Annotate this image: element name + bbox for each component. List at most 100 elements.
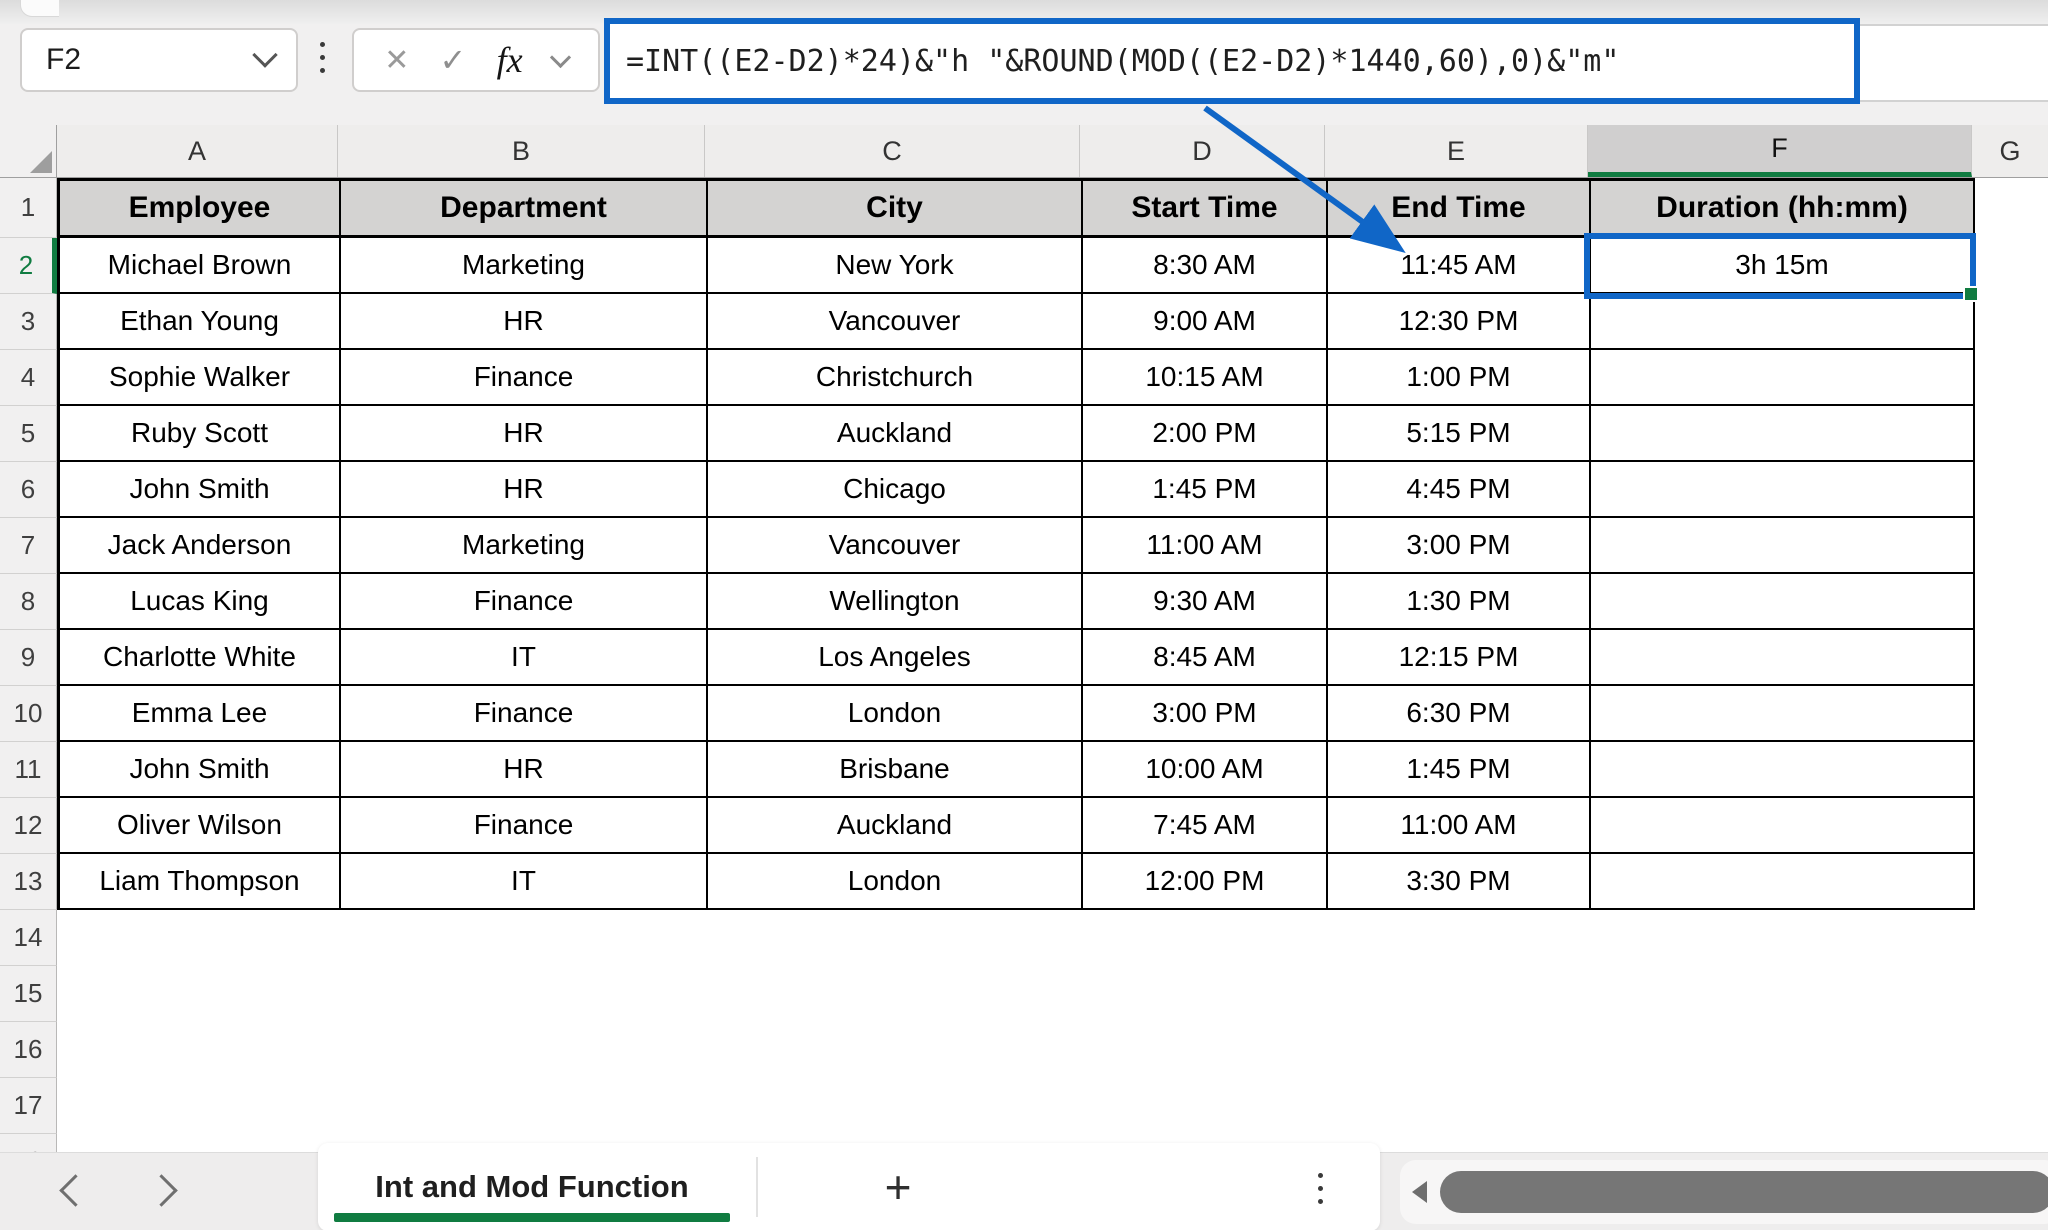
cell-duration[interactable] (1591, 406, 1975, 462)
cell-city[interactable]: Vancouver (708, 518, 1083, 574)
cell-duration[interactable] (1591, 630, 1975, 686)
column-header-d[interactable]: D (1080, 125, 1325, 177)
cell-end[interactable]: 11:45 AM (1328, 238, 1591, 294)
cell-end[interactable]: 4:45 PM (1328, 462, 1591, 518)
cell-end[interactable]: 12:30 PM (1328, 294, 1591, 350)
fx-dropdown-icon[interactable] (549, 46, 571, 68)
cell-department[interactable]: Marketing (341, 518, 708, 574)
cancel-icon[interactable]: ✕ (384, 43, 409, 78)
cell-department[interactable]: Finance (341, 574, 708, 630)
header-duration[interactable]: Duration (hh:mm) (1591, 181, 1975, 238)
row-header-14[interactable]: 14 (0, 910, 57, 966)
column-header-a[interactable]: A (57, 125, 338, 177)
cell-city[interactable]: Auckland (708, 406, 1083, 462)
cell-employee[interactable]: Jack Anderson (60, 518, 341, 574)
cell-end[interactable]: 3:00 PM (1328, 518, 1591, 574)
column-header-g[interactable]: G (1972, 125, 2048, 177)
cell-city[interactable]: Los Angeles (708, 630, 1083, 686)
cell-start[interactable]: 9:30 AM (1083, 574, 1328, 630)
cell-start[interactable]: 1:45 PM (1083, 462, 1328, 518)
prev-sheet-icon[interactable] (59, 1174, 92, 1207)
cell-end[interactable]: 11:00 AM (1328, 798, 1591, 854)
cell-city[interactable]: London (708, 686, 1083, 742)
cell-duration[interactable] (1591, 742, 1975, 798)
cell-department[interactable]: IT (341, 630, 708, 686)
formula-input[interactable]: =INT((E2-D2)*24)&"h "&ROUND(MOD((E2-D2)*… (604, 18, 1860, 104)
cell-employee[interactable]: Liam Thompson (60, 854, 341, 910)
cell-end[interactable]: 1:00 PM (1328, 350, 1591, 406)
cell-employee[interactable]: Lucas King (60, 574, 341, 630)
cell-start[interactable]: 2:00 PM (1083, 406, 1328, 462)
row-header-2[interactable]: 2 (0, 238, 57, 294)
cell-start[interactable]: 12:00 PM (1083, 854, 1328, 910)
row-header-16[interactable]: 16 (0, 1022, 57, 1078)
cell-start[interactable]: 10:00 AM (1083, 742, 1328, 798)
row-header-9[interactable]: 9 (0, 630, 57, 686)
cell-city[interactable]: Brisbane (708, 742, 1083, 798)
cell-department[interactable]: Finance (341, 686, 708, 742)
cell-city[interactable]: New York (708, 238, 1083, 294)
row-header-10[interactable]: 10 (0, 686, 57, 742)
cell-department[interactable]: HR (341, 462, 708, 518)
cell-duration[interactable] (1591, 854, 1975, 910)
cell-employee[interactable]: John Smith (60, 462, 341, 518)
cell-duration[interactable] (1591, 574, 1975, 630)
cell-end[interactable]: 6:30 PM (1328, 686, 1591, 742)
enter-icon[interactable]: ✓ (440, 41, 467, 79)
column-header-f[interactable]: F (1588, 125, 1972, 177)
cell-employee[interactable]: Ruby Scott (60, 406, 341, 462)
cell-employee[interactable]: Sophie Walker (60, 350, 341, 406)
column-header-c[interactable]: C (705, 125, 1080, 177)
cell-start[interactable]: 7:45 AM (1083, 798, 1328, 854)
row-header-12[interactable]: 12 (0, 798, 57, 854)
cell-start[interactable]: 3:00 PM (1083, 686, 1328, 742)
new-sheet-button[interactable]: + (858, 1143, 938, 1230)
cell-department[interactable]: HR (341, 406, 708, 462)
cell-end[interactable]: 12:15 PM (1328, 630, 1591, 686)
name-box-dropdown-icon[interactable] (252, 41, 278, 69)
header-city[interactable]: City (708, 181, 1083, 238)
cell-city[interactable]: Vancouver (708, 294, 1083, 350)
column-header-e[interactable]: E (1325, 125, 1588, 177)
cell-department[interactable]: HR (341, 294, 708, 350)
horizontal-scrollbar[interactable] (1400, 1160, 2048, 1224)
scroll-left-icon[interactable] (1412, 1181, 1427, 1203)
row-header-8[interactable]: 8 (0, 574, 57, 630)
cell-duration[interactable] (1591, 798, 1975, 854)
cell-duration-selected[interactable]: 3h 15m (1591, 238, 1975, 294)
next-sheet-icon[interactable] (145, 1174, 178, 1207)
cell-end[interactable]: 3:30 PM (1328, 854, 1591, 910)
row-header-11[interactable]: 11 (0, 742, 57, 798)
select-all-corner[interactable] (0, 125, 57, 178)
sheet-tab-active[interactable]: Int and Mod Function (332, 1143, 732, 1230)
cell-start[interactable]: 8:30 AM (1083, 238, 1328, 294)
cell-employee[interactable]: Ethan Young (60, 294, 341, 350)
insert-function-icon[interactable]: fx (497, 39, 523, 81)
cell-start[interactable]: 9:00 AM (1083, 294, 1328, 350)
cell-department[interactable]: HR (341, 742, 708, 798)
name-box[interactable]: F2 (20, 28, 298, 92)
row-header-7[interactable]: 7 (0, 518, 57, 574)
row-header-15[interactable]: 15 (0, 966, 57, 1022)
header-start-time[interactable]: Start Time (1083, 181, 1328, 238)
cell-end[interactable]: 5:15 PM (1328, 406, 1591, 462)
cell-employee[interactable]: Charlotte White (60, 630, 341, 686)
cell-employee[interactable]: Oliver Wilson (60, 798, 341, 854)
cell-city[interactable]: Christchurch (708, 350, 1083, 406)
cell-duration[interactable] (1591, 462, 1975, 518)
row-header-1[interactable]: 1 (0, 178, 57, 238)
row-header-13[interactable]: 13 (0, 854, 57, 910)
row-header-3[interactable]: 3 (0, 294, 57, 350)
cell-city[interactable]: Auckland (708, 798, 1083, 854)
row-header-4[interactable]: 4 (0, 350, 57, 406)
cell-department[interactable]: Finance (341, 350, 708, 406)
cell-department[interactable]: IT (341, 854, 708, 910)
cell-duration[interactable] (1591, 294, 1975, 350)
header-end-time[interactable]: End Time (1328, 181, 1591, 238)
row-header-17[interactable]: 17 (0, 1078, 57, 1134)
cell-start[interactable]: 10:15 AM (1083, 350, 1328, 406)
row-header-5[interactable]: 5 (0, 406, 57, 462)
cell-city[interactable]: Wellington (708, 574, 1083, 630)
cell-employee[interactable]: Michael Brown (60, 238, 341, 294)
cell-duration[interactable] (1591, 350, 1975, 406)
